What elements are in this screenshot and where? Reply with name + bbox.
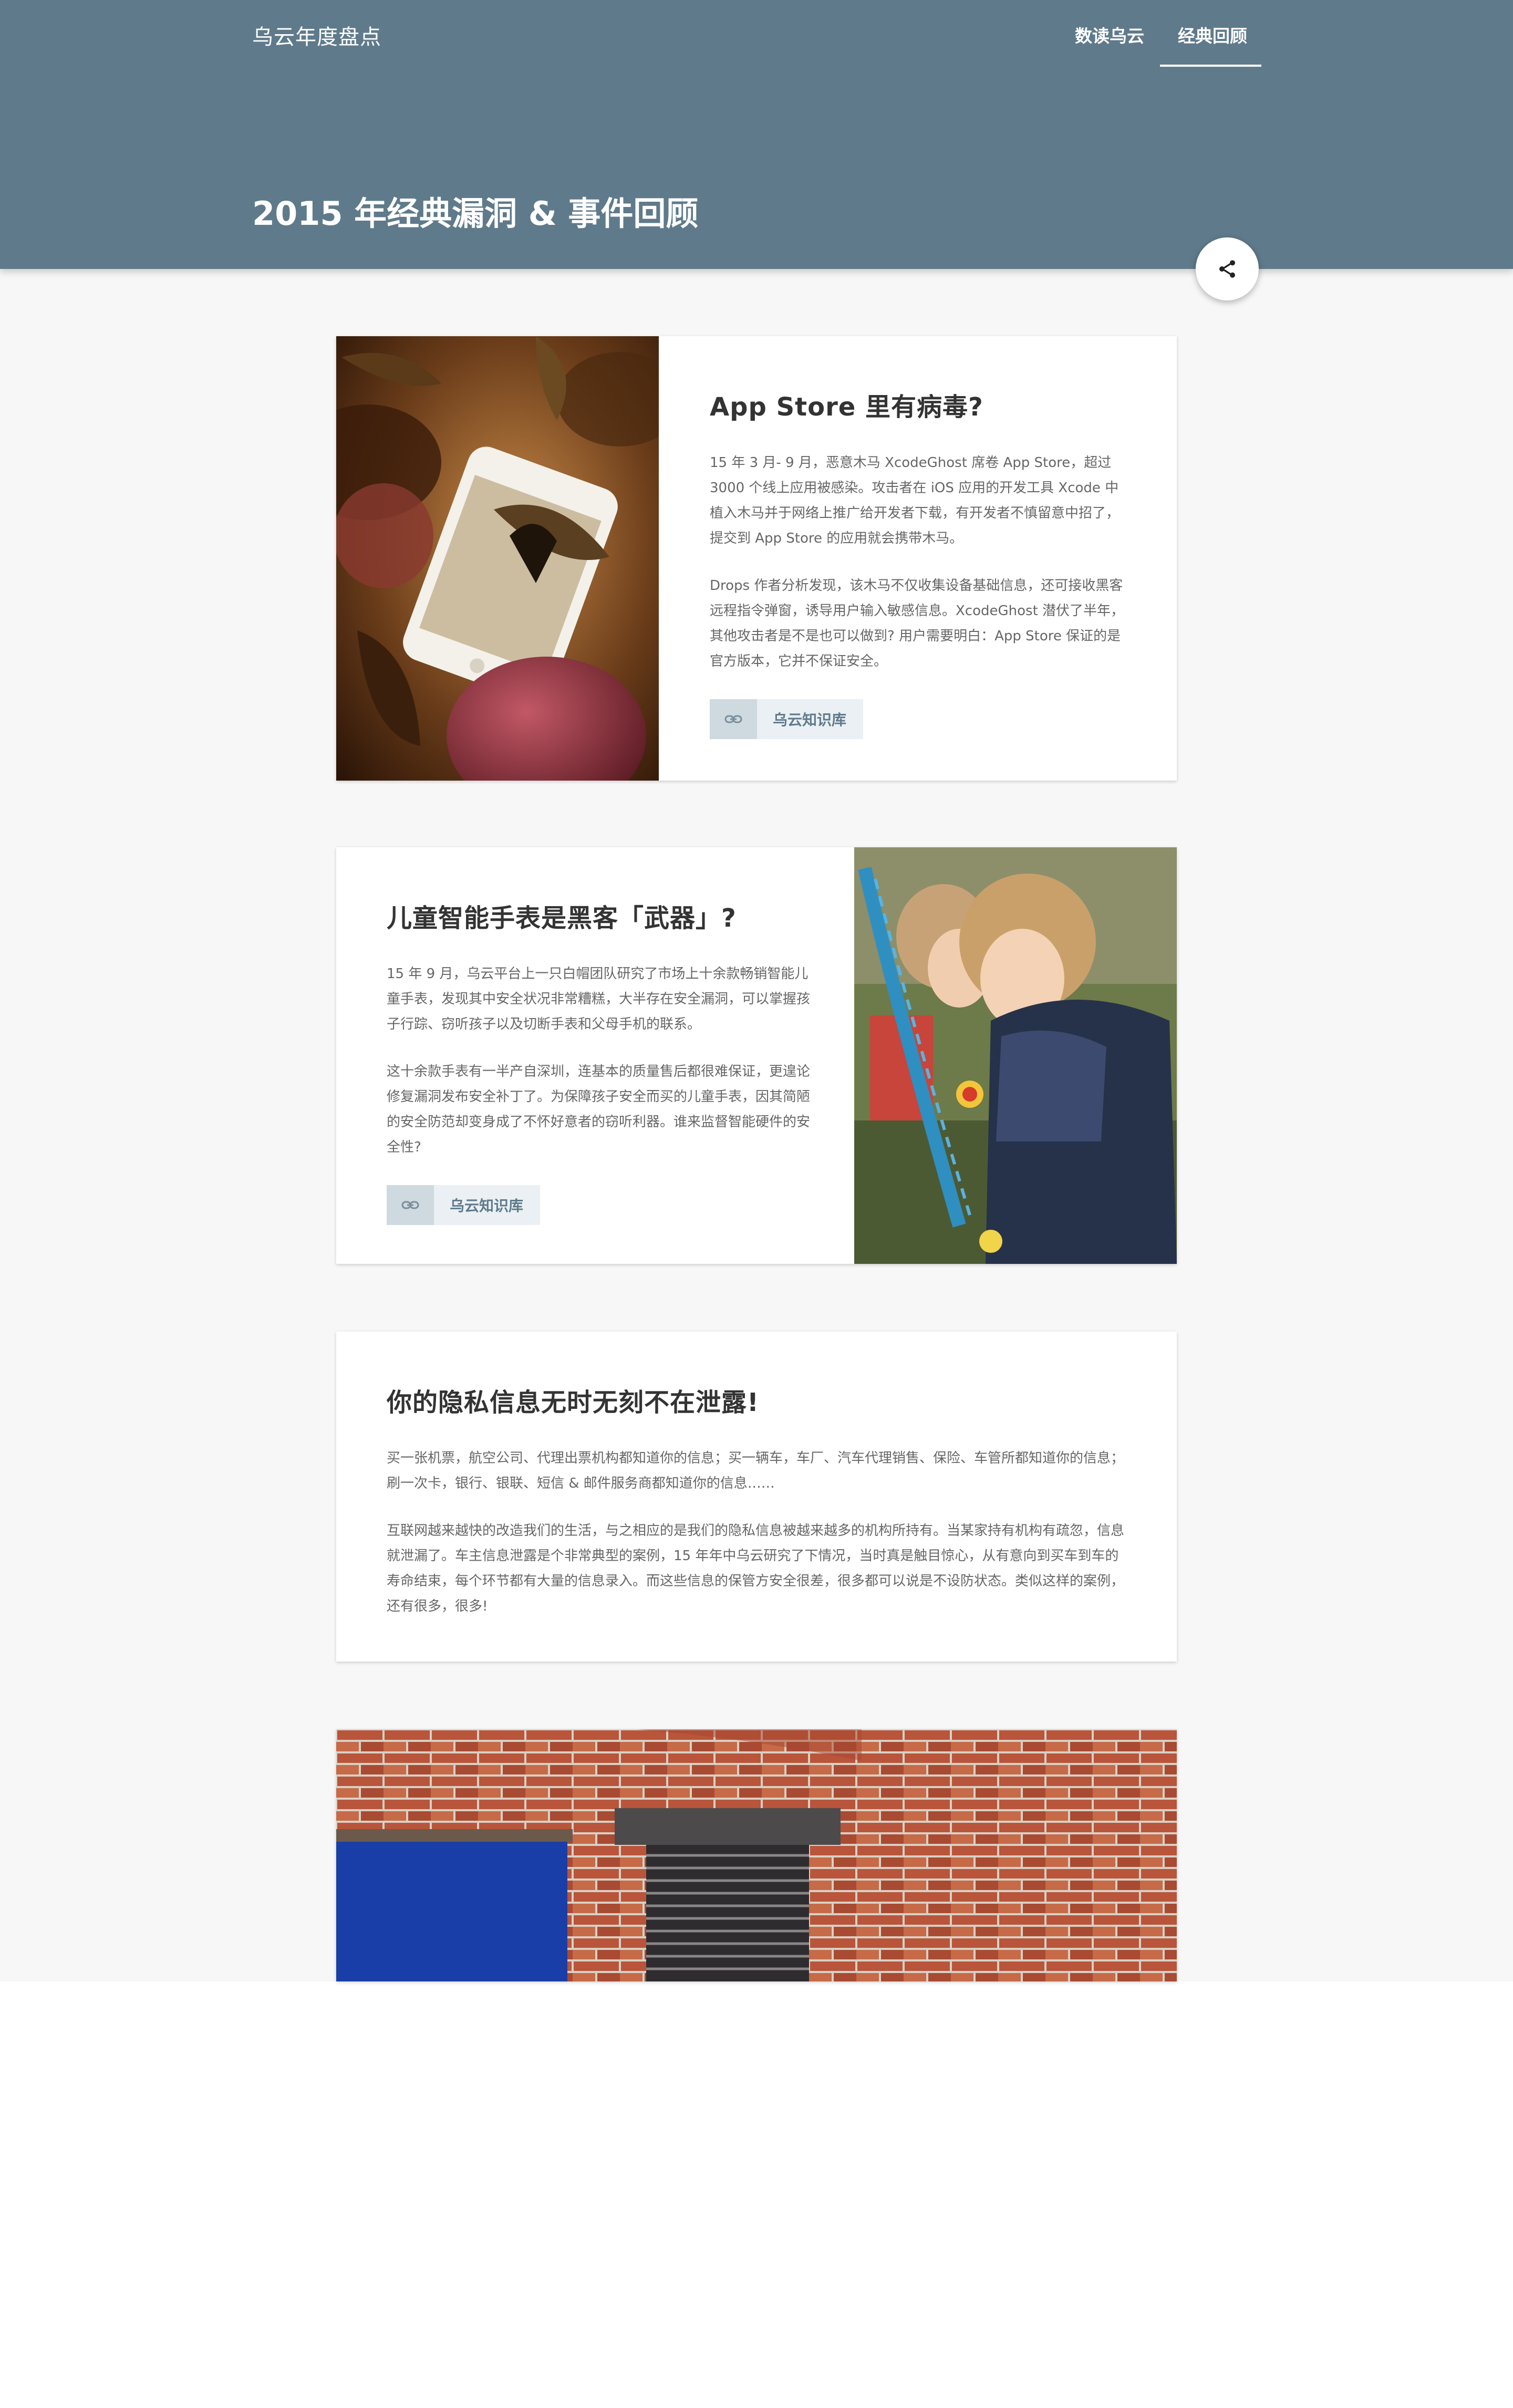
card-title: 儿童智能手表是黑客「武器」? [387,904,737,933]
card-paragraph: 15 年 3 月- 9 月，恶意木马 XcodeGhost 席卷 App Sto… [710,455,1120,546]
card-paragraph: Drops 作者分析发现，该木马不仅收集设备基础信息，还可接收黑客远程指令弹窗，… [710,578,1125,669]
knowledge-base-label: 乌云知识库 [434,1185,541,1225]
card-paragraph: 15 年 9 月，乌云平台上一只白帽团队研究了市场上十余款畅销智能儿童手表，发现… [387,966,811,1032]
nav-item-data-reading[interactable]: 数读乌云 [1075,22,1144,47]
page-title: 2015 年经典漏洞 & 事件回顾 [252,194,699,233]
card-image-iphone-apples [336,336,659,781]
article-card-smartwatch: 儿童智能手表是黑客「武器」? 15 年 9 月，乌云平台上一只白帽团队研究了市场… [336,847,1177,1264]
link-icon [710,699,757,739]
card-title: 你的隐私信息无时无刻不在泄露! [387,1388,759,1417]
knowledge-base-link-button[interactable]: 乌云知识库 [387,1185,541,1225]
card-content: 儿童智能手表是黑客「武器」? 15 年 9 月，乌云平台上一只白帽团队研究了市场… [387,897,817,1225]
site-brand[interactable]: 乌云年度盘点 [252,20,381,50]
card-image-children-smartwatch [854,847,1177,1264]
card-content: App Store 里有病毒? 15 年 3 月- 9 月，恶意木马 Xcode… [710,386,1130,739]
knowledge-base-link-button[interactable]: 乌云知识库 [710,699,864,739]
article-card-app-store: App Store 里有病毒? 15 年 3 月- 9 月，恶意木马 Xcode… [336,336,1177,781]
card-title: App Store 里有病毒? [710,392,983,422]
active-nav-indicator [1160,65,1261,67]
share-icon [1219,260,1235,278]
card-paragraph: 互联网越来越快的改造我们的生活，与之相应的是我们的隐私信息被越来越多的机构所持有… [387,1523,1125,1614]
article-card-brick-wall [336,1729,1177,1981]
card-image-brick-wall [336,1729,1177,1981]
card-paragraph: 这十余款手表有一半产自深圳，连基本的质量售后都很难保证，更遑论修复漏洞发布安全补… [387,1064,811,1155]
link-icon [387,1185,434,1225]
card-paragraph: 买一张机票，航空公司、代理出票机构都知道你的信息；买一辆车，车厂、汽车代理销售、… [387,1450,1125,1491]
nav-item-classic-review[interactable]: 经典回顾 [1178,22,1247,47]
top-header: 乌云年度盘点 数读乌云 经典回顾 2015 年经典漏洞 & 事件回顾 [0,0,1513,269]
knowledge-base-label: 乌云知识库 [757,699,864,739]
article-card-privacy: 你的隐私信息无时无刻不在泄露! 买一张机票，航空公司、代理出票机构都知道你的信息… [336,1332,1177,1662]
card-content: 你的隐私信息无时无刻不在泄露! 买一张机票，航空公司、代理出票机构都知道你的信息… [387,1382,1127,1641]
share-button[interactable] [1196,237,1259,300]
